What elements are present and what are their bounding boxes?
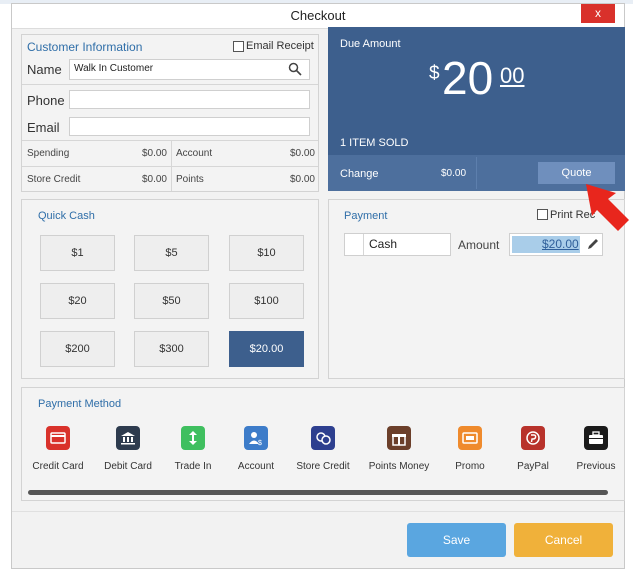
spending-label: Spending xyxy=(27,148,70,159)
dialog-title: Checkout xyxy=(12,4,624,29)
payment-method-points-money[interactable]: Points Money xyxy=(363,426,435,472)
bank-icon xyxy=(116,426,140,450)
divider xyxy=(22,84,318,85)
quick-cash-button[interactable]: $50 xyxy=(134,283,209,319)
email-receipt-label: Email Receipt xyxy=(246,40,314,52)
payment-method-trade-in[interactable]: Trade In xyxy=(157,426,229,472)
quick-cash-button[interactable]: $100 xyxy=(229,283,304,319)
name-field[interactable]: Walk In Customer xyxy=(69,59,310,80)
name-label: Name xyxy=(27,62,62,77)
name-field-value: Walk In Customer xyxy=(74,63,154,74)
search-icon[interactable] xyxy=(288,62,302,76)
store-credit-label: Store Credit xyxy=(27,174,81,185)
payment-method-label: Promo xyxy=(455,461,485,472)
quick-cash-title: Quick Cash xyxy=(38,210,95,222)
email-receipt-checkbox[interactable] xyxy=(233,41,244,52)
divider xyxy=(22,166,318,167)
divider xyxy=(171,141,172,191)
payment-method-label: PayPal xyxy=(517,461,549,472)
change-label: Change xyxy=(340,168,379,180)
cancel-button[interactable]: Cancel xyxy=(514,523,613,557)
payment-method-label: Account xyxy=(237,461,275,472)
print-receipt-checkbox[interactable] xyxy=(537,209,548,220)
change-divider xyxy=(476,157,477,189)
pencil-icon[interactable] xyxy=(586,237,600,251)
payment-method-value: Cash xyxy=(369,237,398,251)
payment-method-label: Points Money xyxy=(368,461,430,472)
credit-card-icon xyxy=(46,426,70,450)
email-field[interactable] xyxy=(69,117,310,136)
payment-method-label: Previous xyxy=(576,461,616,472)
quick-cash-exact-button[interactable]: $20.00 xyxy=(229,331,304,367)
quick-cash-button[interactable]: $5 xyxy=(134,235,209,271)
quick-cash-button[interactable]: $200 xyxy=(40,331,115,367)
payment-method-label: Trade In xyxy=(174,461,212,472)
payment-method-promo[interactable]: Promo xyxy=(434,426,506,472)
svg-text:$: $ xyxy=(258,440,262,446)
amount-value: $20.00 xyxy=(542,237,579,251)
email-label: Email xyxy=(27,120,60,135)
due-currency: $ xyxy=(429,63,440,84)
points-label: Points xyxy=(176,174,204,185)
footer-divider xyxy=(12,511,624,512)
save-button[interactable]: Save xyxy=(407,523,506,557)
phone-field[interactable] xyxy=(69,90,310,109)
amount-label: Amount xyxy=(458,238,500,252)
payment-method-debit-card[interactable]: Debit Card xyxy=(92,426,164,472)
quick-cash-button[interactable]: $10 xyxy=(229,235,304,271)
payment-panel xyxy=(328,199,625,379)
due-whole: 20 xyxy=(442,52,494,104)
store-credit-icon xyxy=(311,426,335,450)
due-amount-panel: Due Amount $ 20 00 1 ITEM SOLD Change $0… xyxy=(328,27,625,191)
spending-value: $0.00 xyxy=(141,148,167,159)
paypal-icon xyxy=(521,426,545,450)
store-credit-value: $0.00 xyxy=(141,174,167,185)
payment-method-previous[interactable]: Previous xyxy=(560,426,632,472)
quick-cash-button[interactable]: $300 xyxy=(134,331,209,367)
briefcase-icon xyxy=(584,426,608,450)
due-cents: 00 xyxy=(500,63,525,88)
close-button[interactable]: x xyxy=(581,4,615,23)
payment-method-label: Debit Card xyxy=(104,461,152,472)
horizontal-scrollbar[interactable] xyxy=(28,490,608,495)
change-value: $0.00 xyxy=(441,168,467,179)
account-icon: $ xyxy=(244,426,268,450)
payment-method-credit-card[interactable]: Credit Card xyxy=(22,426,94,472)
account-label: Account xyxy=(176,148,213,159)
promo-icon xyxy=(458,426,482,450)
payment-method-title: Payment Method xyxy=(38,398,122,410)
customer-section-title: Customer Information xyxy=(27,40,143,54)
divider xyxy=(22,140,318,141)
customer-panel xyxy=(21,34,319,192)
payment-method-divider xyxy=(363,234,364,255)
red-arrow-icon xyxy=(583,181,631,237)
payment-method-field[interactable]: Cash xyxy=(344,233,451,256)
payment-method-label: Credit Card xyxy=(32,461,84,472)
payment-method-paypal[interactable]: PayPal xyxy=(497,426,569,472)
payment-method-store-credit[interactable]: Store Credit xyxy=(287,426,359,472)
quick-cash-button[interactable]: $1 xyxy=(40,235,115,271)
phone-label: Phone xyxy=(27,93,65,108)
points-value: $0.00 xyxy=(289,174,315,185)
due-amount-label: Due Amount xyxy=(340,38,401,50)
payment-method-label: Store Credit xyxy=(296,461,350,472)
quick-cash-button[interactable]: $20 xyxy=(40,283,115,319)
items-sold-label: 1 ITEM SOLD xyxy=(340,137,409,149)
trade-in-icon xyxy=(181,426,205,450)
account-value: $0.00 xyxy=(289,148,315,159)
payment-method-account[interactable]: $ Account xyxy=(220,426,292,472)
gift-icon xyxy=(387,426,411,450)
payment-title: Payment xyxy=(344,210,388,222)
change-bar: Change $0.00 Quote xyxy=(328,155,625,191)
